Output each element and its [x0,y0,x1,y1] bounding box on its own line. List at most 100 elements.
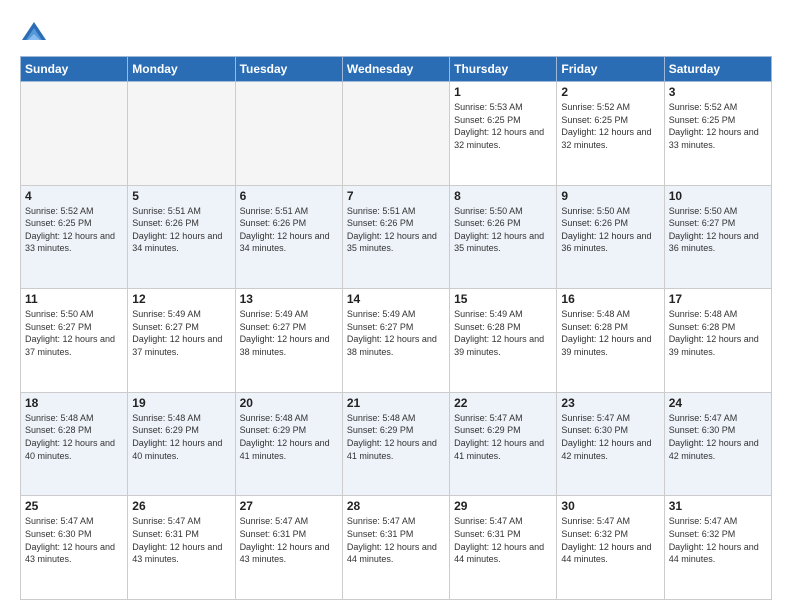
day-cell-empty-0 [21,82,128,186]
day-info: Sunrise: 5:48 AMSunset: 6:28 PMDaylight:… [669,309,759,357]
day-cell-10: 10 Sunrise: 5:50 AMSunset: 6:27 PMDaylig… [664,185,771,289]
day-cell-20: 20 Sunrise: 5:48 AMSunset: 6:29 PMDaylig… [235,392,342,496]
day-info: Sunrise: 5:47 AMSunset: 6:29 PMDaylight:… [454,413,544,461]
day-number: 23 [561,396,659,410]
day-cell-17: 17 Sunrise: 5:48 AMSunset: 6:28 PMDaylig… [664,289,771,393]
day-number: 27 [240,499,338,513]
day-number: 13 [240,292,338,306]
day-number: 20 [240,396,338,410]
day-cell-13: 13 Sunrise: 5:49 AMSunset: 6:27 PMDaylig… [235,289,342,393]
day-cell-empty-3 [342,82,449,186]
day-cell-19: 19 Sunrise: 5:48 AMSunset: 6:29 PMDaylig… [128,392,235,496]
day-info: Sunrise: 5:51 AMSunset: 6:26 PMDaylight:… [240,206,330,254]
day-info: Sunrise: 5:49 AMSunset: 6:27 PMDaylight:… [347,309,437,357]
calendar-header-row: SundayMondayTuesdayWednesdayThursdayFrid… [21,57,772,82]
day-info: Sunrise: 5:49 AMSunset: 6:27 PMDaylight:… [240,309,330,357]
day-info: Sunrise: 5:52 AMSunset: 6:25 PMDaylight:… [561,102,651,150]
day-info: Sunrise: 5:50 AMSunset: 6:26 PMDaylight:… [454,206,544,254]
day-info: Sunrise: 5:49 AMSunset: 6:27 PMDaylight:… [132,309,222,357]
week-row-3: 11 Sunrise: 5:50 AMSunset: 6:27 PMDaylig… [21,289,772,393]
page: SundayMondayTuesdayWednesdayThursdayFrid… [0,0,792,612]
day-cell-12: 12 Sunrise: 5:49 AMSunset: 6:27 PMDaylig… [128,289,235,393]
col-header-thursday: Thursday [450,57,557,82]
day-cell-27: 27 Sunrise: 5:47 AMSunset: 6:31 PMDaylig… [235,496,342,600]
day-cell-29: 29 Sunrise: 5:47 AMSunset: 6:31 PMDaylig… [450,496,557,600]
day-number: 28 [347,499,445,513]
day-info: Sunrise: 5:48 AMSunset: 6:29 PMDaylight:… [347,413,437,461]
day-number: 31 [669,499,767,513]
day-number: 24 [669,396,767,410]
day-cell-30: 30 Sunrise: 5:47 AMSunset: 6:32 PMDaylig… [557,496,664,600]
day-info: Sunrise: 5:47 AMSunset: 6:30 PMDaylight:… [669,413,759,461]
day-cell-18: 18 Sunrise: 5:48 AMSunset: 6:28 PMDaylig… [21,392,128,496]
day-cell-8: 8 Sunrise: 5:50 AMSunset: 6:26 PMDayligh… [450,185,557,289]
day-cell-22: 22 Sunrise: 5:47 AMSunset: 6:29 PMDaylig… [450,392,557,496]
col-header-sunday: Sunday [21,57,128,82]
day-cell-3: 3 Sunrise: 5:52 AMSunset: 6:25 PMDayligh… [664,82,771,186]
day-number: 26 [132,499,230,513]
day-info: Sunrise: 5:49 AMSunset: 6:28 PMDaylight:… [454,309,544,357]
day-cell-9: 9 Sunrise: 5:50 AMSunset: 6:26 PMDayligh… [557,185,664,289]
day-info: Sunrise: 5:47 AMSunset: 6:31 PMDaylight:… [347,516,437,564]
day-cell-15: 15 Sunrise: 5:49 AMSunset: 6:28 PMDaylig… [450,289,557,393]
day-cell-11: 11 Sunrise: 5:50 AMSunset: 6:27 PMDaylig… [21,289,128,393]
col-header-friday: Friday [557,57,664,82]
day-info: Sunrise: 5:50 AMSunset: 6:26 PMDaylight:… [561,206,651,254]
day-info: Sunrise: 5:47 AMSunset: 6:31 PMDaylight:… [132,516,222,564]
week-row-1: 1 Sunrise: 5:53 AMSunset: 6:25 PMDayligh… [21,82,772,186]
day-cell-1: 1 Sunrise: 5:53 AMSunset: 6:25 PMDayligh… [450,82,557,186]
day-cell-7: 7 Sunrise: 5:51 AMSunset: 6:26 PMDayligh… [342,185,449,289]
day-number: 10 [669,189,767,203]
day-number: 7 [347,189,445,203]
day-cell-26: 26 Sunrise: 5:47 AMSunset: 6:31 PMDaylig… [128,496,235,600]
day-number: 16 [561,292,659,306]
day-number: 14 [347,292,445,306]
col-header-monday: Monday [128,57,235,82]
day-info: Sunrise: 5:52 AMSunset: 6:25 PMDaylight:… [25,206,115,254]
logo [20,18,50,46]
day-cell-23: 23 Sunrise: 5:47 AMSunset: 6:30 PMDaylig… [557,392,664,496]
day-number: 9 [561,189,659,203]
day-info: Sunrise: 5:47 AMSunset: 6:32 PMDaylight:… [669,516,759,564]
day-cell-empty-2 [235,82,342,186]
calendar: SundayMondayTuesdayWednesdayThursdayFrid… [20,56,772,600]
day-number: 1 [454,85,552,99]
day-cell-6: 6 Sunrise: 5:51 AMSunset: 6:26 PMDayligh… [235,185,342,289]
day-info: Sunrise: 5:53 AMSunset: 6:25 PMDaylight:… [454,102,544,150]
day-info: Sunrise: 5:50 AMSunset: 6:27 PMDaylight:… [25,309,115,357]
day-number: 2 [561,85,659,99]
logo-icon [20,18,48,46]
day-cell-4: 4 Sunrise: 5:52 AMSunset: 6:25 PMDayligh… [21,185,128,289]
day-info: Sunrise: 5:48 AMSunset: 6:29 PMDaylight:… [132,413,222,461]
day-number: 25 [25,499,123,513]
day-number: 15 [454,292,552,306]
day-number: 6 [240,189,338,203]
day-info: Sunrise: 5:51 AMSunset: 6:26 PMDaylight:… [132,206,222,254]
day-info: Sunrise: 5:48 AMSunset: 6:28 PMDaylight:… [561,309,651,357]
day-info: Sunrise: 5:48 AMSunset: 6:29 PMDaylight:… [240,413,330,461]
day-info: Sunrise: 5:50 AMSunset: 6:27 PMDaylight:… [669,206,759,254]
day-number: 11 [25,292,123,306]
day-number: 19 [132,396,230,410]
day-info: Sunrise: 5:47 AMSunset: 6:30 PMDaylight:… [25,516,115,564]
day-info: Sunrise: 5:47 AMSunset: 6:30 PMDaylight:… [561,413,651,461]
day-info: Sunrise: 5:52 AMSunset: 6:25 PMDaylight:… [669,102,759,150]
day-number: 5 [132,189,230,203]
day-info: Sunrise: 5:51 AMSunset: 6:26 PMDaylight:… [347,206,437,254]
day-number: 21 [347,396,445,410]
day-info: Sunrise: 5:48 AMSunset: 6:28 PMDaylight:… [25,413,115,461]
day-number: 29 [454,499,552,513]
day-number: 22 [454,396,552,410]
day-cell-5: 5 Sunrise: 5:51 AMSunset: 6:26 PMDayligh… [128,185,235,289]
day-number: 18 [25,396,123,410]
day-info: Sunrise: 5:47 AMSunset: 6:31 PMDaylight:… [454,516,544,564]
week-row-5: 25 Sunrise: 5:47 AMSunset: 6:30 PMDaylig… [21,496,772,600]
day-info: Sunrise: 5:47 AMSunset: 6:31 PMDaylight:… [240,516,330,564]
col-header-tuesday: Tuesday [235,57,342,82]
day-cell-31: 31 Sunrise: 5:47 AMSunset: 6:32 PMDaylig… [664,496,771,600]
day-cell-16: 16 Sunrise: 5:48 AMSunset: 6:28 PMDaylig… [557,289,664,393]
week-row-4: 18 Sunrise: 5:48 AMSunset: 6:28 PMDaylig… [21,392,772,496]
day-number: 3 [669,85,767,99]
day-cell-25: 25 Sunrise: 5:47 AMSunset: 6:30 PMDaylig… [21,496,128,600]
day-info: Sunrise: 5:47 AMSunset: 6:32 PMDaylight:… [561,516,651,564]
